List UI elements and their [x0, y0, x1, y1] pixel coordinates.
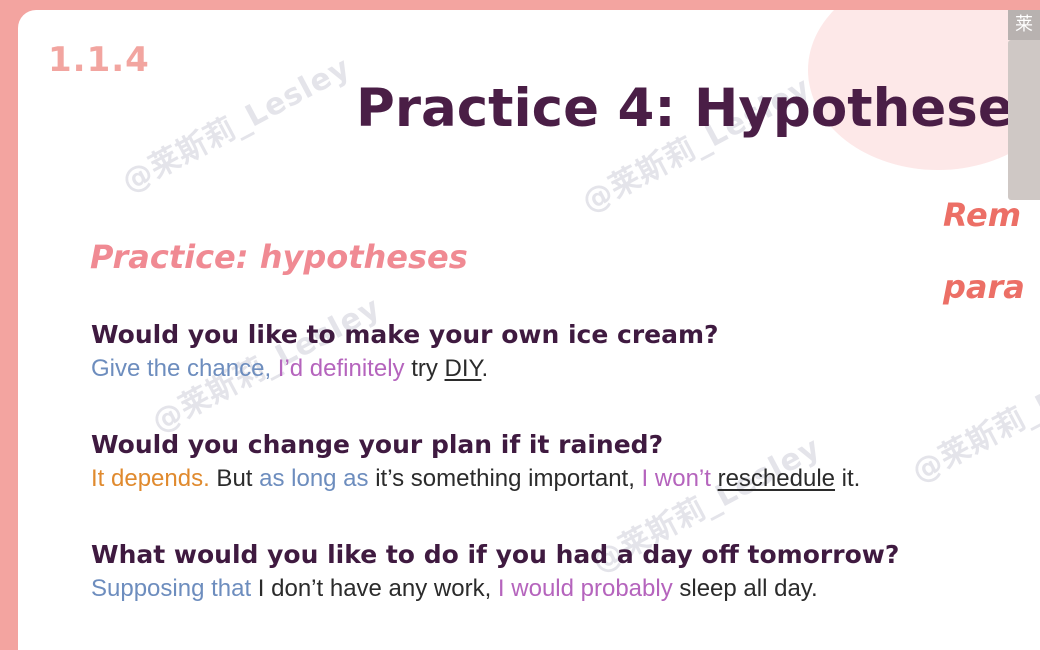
watermark: @莱斯莉_Lesley: [906, 340, 1040, 491]
side-note-1: Rem: [943, 196, 1022, 234]
answer-segment: [711, 465, 718, 492]
response-phrase: I won’t: [641, 465, 711, 492]
question-block-2: Would you change your plan if it rained?…: [91, 430, 860, 493]
hypothesis-phrase: Give the chance,: [91, 355, 272, 382]
hedge-phrase: It depends.: [91, 465, 210, 492]
question-block-1: Would you like to make your own ice crea…: [91, 320, 719, 383]
question-text: Would you change your plan if it rained?: [91, 430, 664, 459]
video-thumbnail[interactable]: [1008, 40, 1040, 200]
answer-segment: But: [209, 465, 260, 492]
response-phrase: I would probably: [497, 575, 673, 602]
section-number: 1.1.4: [48, 40, 150, 80]
underlined-keyword: DIY: [444, 355, 482, 382]
answer-text: Supposing that I don’t have any work, I …: [91, 575, 899, 603]
answer-segment: [271, 355, 278, 382]
question-text: Would you like to make your own ice crea…: [91, 320, 719, 349]
hypothesis-phrase: as long as: [259, 465, 369, 492]
answer-text: It depends. But as long as it’s somethin…: [91, 465, 860, 493]
side-note-2: para: [943, 268, 1025, 306]
question-block-3: What would you like to do if you had a d…: [91, 540, 899, 603]
underlined-keyword: reschedule: [717, 465, 836, 492]
answer-segment: sleep all day.: [672, 575, 818, 602]
question-text: What would you like to do if you had a d…: [91, 540, 900, 569]
slide: @莱斯莉_Lesley @莱斯莉_Lesley @莱斯莉_Lesley @莱斯莉…: [18, 10, 1040, 650]
answer-segment: it’s something important,: [368, 465, 642, 492]
response-phrase: I’d definitely: [277, 355, 405, 382]
answer-segment: it.: [835, 465, 861, 492]
section-subtitle: Practice: hypotheses: [90, 238, 468, 276]
answer-segment: .: [481, 355, 489, 382]
answer-segment: try: [404, 355, 445, 382]
answer-segment: I don’t have any work,: [251, 575, 498, 602]
video-thumbnail-label: 莱: [1008, 10, 1040, 40]
page-title: Practice 4: Hypotheses: [356, 78, 1040, 139]
answer-text: Give the chance, I’d definitely try DIY.: [91, 355, 719, 383]
hypothesis-phrase: Supposing that: [91, 575, 252, 602]
